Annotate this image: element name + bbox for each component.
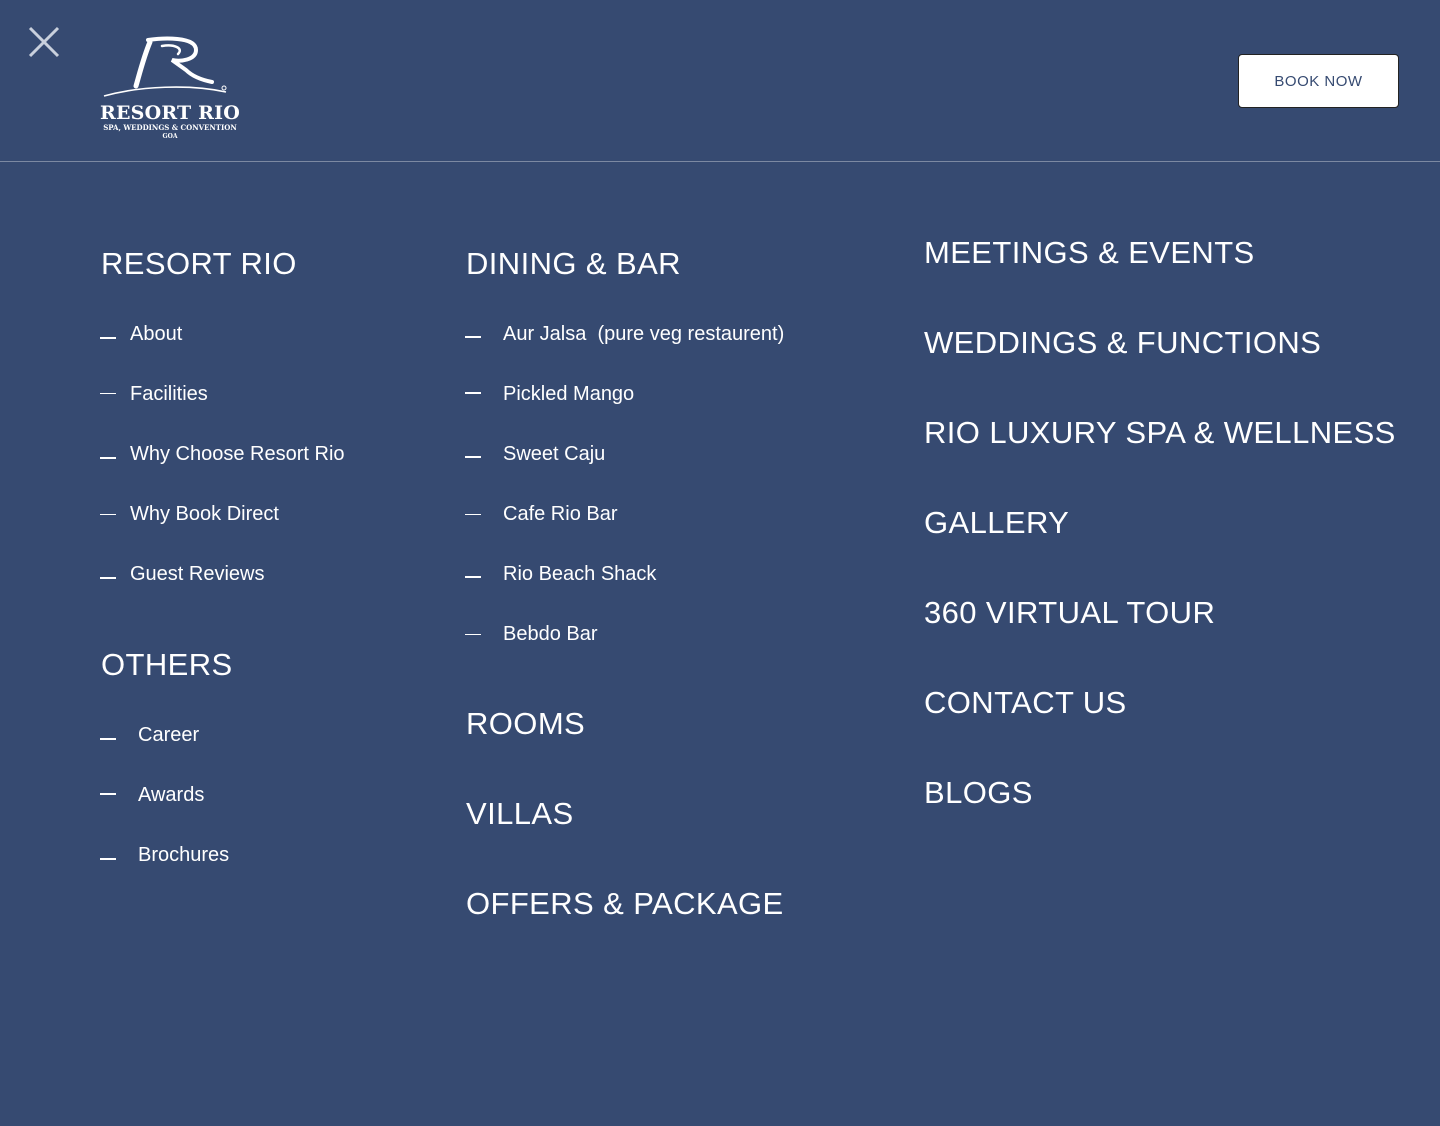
dash-icon (100, 337, 116, 339)
menu-item-pickled-mango[interactable]: Pickled Mango (465, 381, 634, 407)
menu-heading-offers[interactable]: OFFERS & PACKAGE (466, 886, 784, 922)
dash-icon (100, 738, 116, 740)
menu-item-career[interactable]: Career (100, 722, 199, 748)
menu-item-label: Why Book Direct (130, 503, 279, 525)
menu-heading-spa-wellness[interactable]: RIO LUXURY SPA & WELLNESS (924, 415, 1396, 451)
dash-icon (100, 392, 116, 395)
menu-item-brochures[interactable]: Brochures (100, 842, 229, 868)
logo-name: RESORT RIO (100, 102, 240, 124)
menu-heading-villas[interactable]: VILLAS (466, 796, 574, 832)
menu-item-label: Guest Reviews (130, 563, 265, 585)
dash-icon (100, 457, 116, 459)
menu-item-about[interactable]: About (100, 321, 182, 347)
logo[interactable]: RESORT RIO SPA, WEDDINGS & CONVENTION GO… (100, 36, 240, 146)
menu-heading-weddings-functions[interactable]: WEDDINGS & FUNCTIONS (924, 325, 1321, 361)
menu-item-label: Brochures (138, 844, 230, 866)
dash-icon (100, 793, 116, 795)
logo-tagline: SPA, WEDDINGS & CONVENTION (103, 123, 237, 132)
dash-icon (465, 633, 481, 636)
menu-item-cafe-rio-bar[interactable]: Cafe Rio Bar (465, 501, 618, 527)
menu-item-facilities[interactable]: Facilities (100, 381, 208, 407)
menu-heading-virtual-tour[interactable]: 360 VIRTUAL TOUR (924, 595, 1215, 631)
menu-item-label: Bebdo Bar (503, 623, 598, 645)
menu-item-label: Rio Beach Shack (503, 563, 657, 585)
menu-item-label: Career (138, 724, 200, 746)
menu-heading-meetings-events[interactable]: MEETINGS & EVENTS (924, 235, 1255, 271)
book-now-button[interactable]: BOOK NOW (1238, 54, 1399, 108)
menu-item-label: Sweet Caju (503, 443, 606, 465)
menu-heading-others[interactable]: OTHERS (101, 647, 233, 683)
menu-item-label: Why Choose Resort Rio (130, 443, 345, 465)
menu-item-label: Cafe Rio Bar (503, 503, 618, 525)
dash-icon (100, 513, 116, 516)
menu-item-awards[interactable]: Awards (100, 782, 204, 808)
menu-item-sweet-caju[interactable]: Sweet Caju (465, 441, 605, 467)
dash-icon (465, 576, 481, 578)
menu-item-label: Pickled Mango (503, 383, 635, 405)
menu-heading-blogs[interactable]: BLOGS (924, 775, 1033, 811)
dash-icon (465, 456, 481, 458)
menu-item-label: Aur Jalsa (pure veg restaurent) (503, 323, 785, 345)
dash-icon (465, 392, 481, 394)
dash-icon (100, 858, 116, 860)
menu-item-why-choose[interactable]: Why Choose Resort Rio (100, 441, 345, 467)
logo-mark-icon (103, 36, 227, 97)
menu-heading-rooms[interactable]: ROOMS (466, 706, 585, 742)
menu-item-why-book-direct[interactable]: Why Book Direct (100, 501, 279, 527)
menu-item-label: Facilities (130, 383, 208, 405)
close-icon[interactable] (26, 24, 62, 60)
menu-item-bebdo-bar[interactable]: Bebdo Bar (465, 621, 598, 647)
menu-item-label: About (130, 323, 183, 345)
menu-item-guest-reviews[interactable]: Guest Reviews (100, 561, 265, 587)
dash-icon (465, 513, 481, 516)
menu-item-rio-beach-shack[interactable]: Rio Beach Shack (465, 561, 656, 587)
menu-item-aur-jalsa[interactable]: Aur Jalsa (pure veg restaurent) (465, 321, 784, 347)
menu-heading-resort-rio[interactable]: RESORT RIO (101, 246, 297, 282)
menu-item-label: Awards (138, 784, 205, 806)
menu-heading-contact-us[interactable]: CONTACT US (924, 685, 1127, 721)
dash-icon (465, 336, 481, 338)
menu-heading-dining-bar[interactable]: DINING & BAR (466, 246, 681, 282)
menu-heading-gallery[interactable]: GALLERY (924, 505, 1069, 541)
header: RESORT RIO SPA, WEDDINGS & CONVENTION GO… (0, 0, 1440, 162)
dash-icon (100, 577, 116, 579)
logo-city: GOA (162, 133, 178, 140)
